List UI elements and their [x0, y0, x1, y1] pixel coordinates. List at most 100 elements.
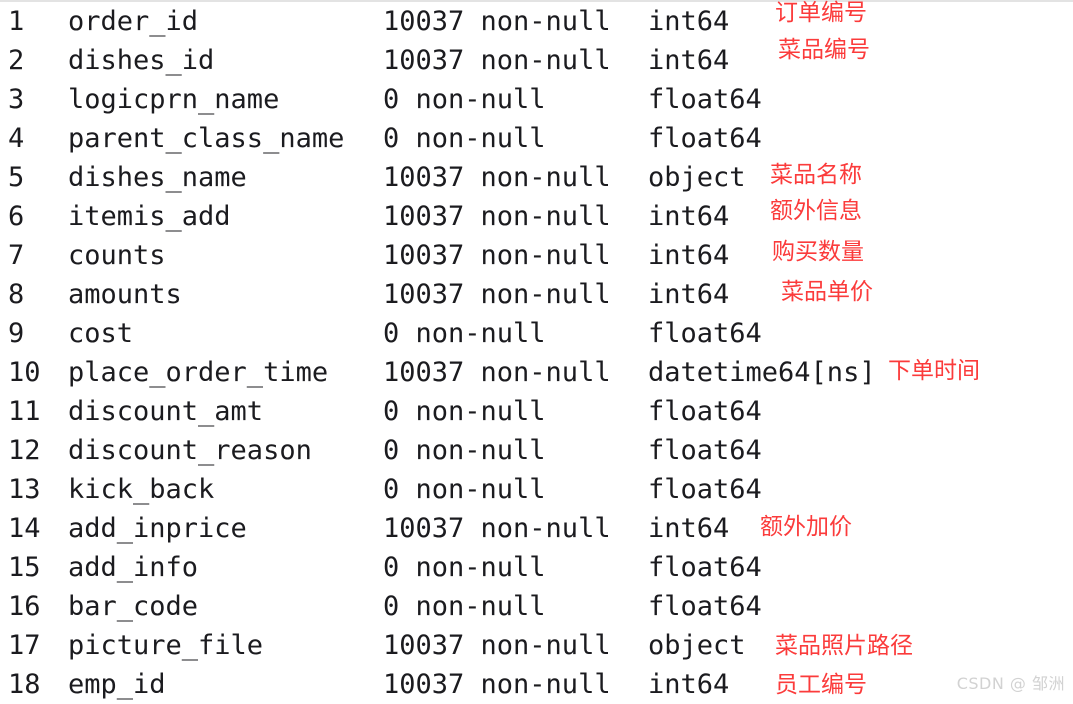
row-index: 16 — [8, 591, 41, 622]
info-row: 4 parent_class_name 0 non-null float64 — [0, 119, 1073, 158]
column-dtype: int64 — [648, 669, 730, 700]
non-null-count: 10037 non-null — [383, 162, 611, 193]
non-null-count: 0 non-null — [383, 552, 546, 583]
info-row: 11 discount_amt 0 non-null float64 — [0, 392, 1073, 431]
non-null-count: 10037 non-null — [383, 630, 611, 661]
column-dtype: int64 — [648, 279, 730, 310]
non-null-count: 10037 non-null — [383, 201, 611, 232]
non-null-count: 0 non-null — [383, 396, 546, 427]
column-dtype: float64 — [648, 84, 762, 115]
non-null-count: 0 non-null — [383, 84, 546, 115]
column-annotation: 菜品名称 — [770, 162, 862, 188]
column-annotation: 下单时间 — [888, 358, 980, 384]
row-index: 14 — [8, 513, 41, 544]
info-row: 8 amounts 10037 non-null int64 — [0, 275, 1073, 314]
non-null-count: 10037 non-null — [383, 669, 611, 700]
info-row: 3 logicprn_name 0 non-null float64 — [0, 80, 1073, 119]
info-row: 14 add_inprice 10037 non-null int64 — [0, 509, 1073, 548]
column-name: itemis_add — [68, 201, 231, 232]
column-dtype: float64 — [648, 123, 762, 154]
non-null-count: 10037 non-null — [383, 45, 611, 76]
column-dtype: float64 — [648, 318, 762, 349]
column-annotation: 订单编号 — [775, 0, 867, 26]
row-index: 5 — [8, 162, 25, 193]
non-null-count: 0 non-null — [383, 435, 546, 466]
dataframe-info-output: 1 order_id 10037 non-null int64 2 dishes_id 10… — [0, 0, 1073, 702]
column-name: parent_class_name — [68, 123, 345, 154]
column-name: discount_reason — [68, 435, 312, 466]
csdn-watermark: CSDN @ 邹洲 — [956, 674, 1065, 693]
column-dtype: int64 — [648, 513, 730, 544]
row-index: 13 — [8, 474, 41, 505]
row-index: 9 — [8, 318, 25, 349]
row-index: 12 — [8, 435, 41, 466]
info-row: 5 dishes_name 10037 non-null object — [0, 158, 1073, 197]
row-index: 17 — [8, 630, 41, 661]
column-annotation: 菜品编号 — [778, 37, 870, 63]
row-index: 2 — [8, 45, 25, 76]
info-row: 16 bar_code 0 non-null float64 — [0, 587, 1073, 626]
info-row: 12 discount_reason 0 non-null float64 — [0, 431, 1073, 470]
info-row: 9 cost 0 non-null float64 — [0, 314, 1073, 353]
column-dtype: float64 — [648, 552, 762, 583]
column-dtype: float64 — [648, 474, 762, 505]
column-dtype: int64 — [648, 201, 730, 232]
column-name: emp_id — [68, 669, 166, 700]
column-dtype: datetime64[ns] — [648, 357, 876, 388]
column-name: add_info — [68, 552, 199, 583]
info-row: 7 counts 10037 non-null int64 — [0, 236, 1073, 275]
column-name: amounts — [68, 279, 182, 310]
column-dtype: float64 — [648, 435, 762, 466]
non-null-count: 0 non-null — [383, 123, 546, 154]
non-null-count: 0 non-null — [383, 318, 546, 349]
column-dtype: float64 — [648, 396, 762, 427]
column-name: counts — [68, 240, 166, 271]
info-row: 13 kick_back 0 non-null float64 — [0, 470, 1073, 509]
info-row: 2 dishes_id 10037 non-null int64 — [0, 41, 1073, 80]
row-index: 18 — [8, 669, 41, 700]
column-dtype: int64 — [648, 240, 730, 271]
non-null-count: 10037 non-null — [383, 513, 611, 544]
non-null-count: 10037 non-null — [383, 240, 611, 271]
column-annotation: 菜品单价 — [781, 279, 873, 305]
column-dtype: float64 — [648, 591, 762, 622]
column-dtype: object — [648, 630, 746, 661]
column-annotation: 额外信息 — [770, 198, 862, 224]
row-index: 1 — [8, 6, 25, 37]
row-index: 7 — [8, 240, 25, 271]
column-name: logicprn_name — [68, 84, 280, 115]
column-name: bar_code — [68, 591, 199, 622]
column-name: order_id — [68, 6, 199, 37]
row-index: 11 — [8, 396, 41, 427]
column-name: dishes_name — [68, 162, 247, 193]
non-null-count: 10037 non-null — [383, 6, 611, 37]
non-null-count: 10037 non-null — [383, 357, 611, 388]
column-name: discount_amt — [68, 396, 264, 427]
column-name: kick_back — [68, 474, 215, 505]
row-index: 8 — [8, 279, 25, 310]
column-name: picture_file — [68, 630, 264, 661]
non-null-count: 10037 non-null — [383, 279, 611, 310]
row-index: 3 — [8, 84, 25, 115]
column-annotation: 菜品照片路径 — [775, 633, 913, 659]
column-dtype: int64 — [648, 6, 730, 37]
non-null-count: 0 non-null — [383, 474, 546, 505]
column-name: dishes_id — [68, 45, 215, 76]
info-row: 18 emp_id 10037 non-null int64 — [0, 665, 1073, 704]
column-dtype: int64 — [648, 45, 730, 76]
column-dtype: object — [648, 162, 746, 193]
column-name: place_order_time — [68, 357, 329, 388]
row-index: 6 — [8, 201, 25, 232]
column-annotation: 员工编号 — [775, 672, 867, 698]
info-row: 1 order_id 10037 non-null int64 — [0, 2, 1073, 41]
column-name: cost — [68, 318, 134, 349]
column-name: add_inprice — [68, 513, 247, 544]
row-index: 10 — [8, 357, 41, 388]
row-index: 15 — [8, 552, 41, 583]
column-annotation: 额外加价 — [760, 514, 852, 540]
info-row: 6 itemis_add 10037 non-null int64 — [0, 197, 1073, 236]
non-null-count: 0 non-null — [383, 591, 546, 622]
row-index: 4 — [8, 123, 25, 154]
info-row: 15 add_info 0 non-null float64 — [0, 548, 1073, 587]
column-annotation: 购买数量 — [772, 239, 864, 265]
